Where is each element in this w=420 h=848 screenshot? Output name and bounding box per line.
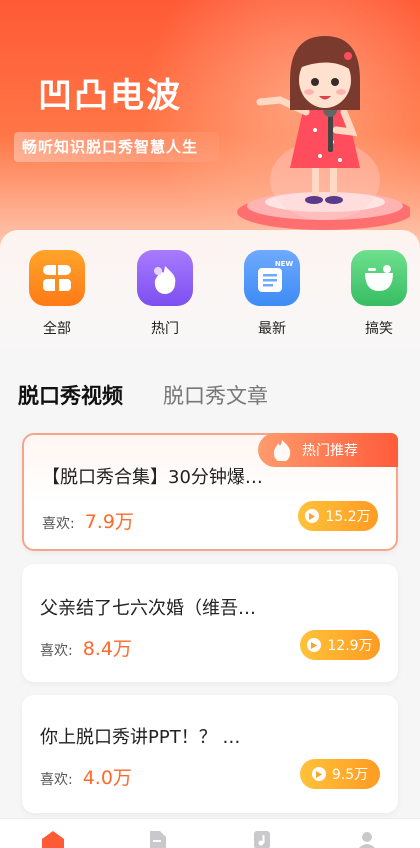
likes-row: 喜欢: 4.0万: [40, 763, 132, 790]
play-icon: [311, 767, 326, 781]
play-icon: [305, 509, 320, 523]
category-hot[interactable]: 热门: [130, 250, 200, 338]
video-title: 父亲结了七六次婚（维吾…: [40, 598, 256, 619]
category-new[interactable]: NEW 最新: [237, 250, 307, 338]
music-icon[interactable]: [253, 831, 271, 848]
play-button[interactable]: 12.9万: [300, 630, 380, 660]
hot-badge-label: 热门推荐: [302, 443, 358, 459]
play-count: 12.9万: [327, 638, 373, 654]
likes-count: 8.4万: [82, 638, 132, 660]
play-icon: [307, 638, 322, 652]
grid-icon: [29, 250, 85, 306]
new-icon: NEW: [244, 250, 300, 306]
category-funny[interactable]: 搞笑: [344, 250, 414, 338]
app-slogan: 畅听知识脱口秀智慧人生: [14, 132, 219, 162]
likes-row: 喜欢: 7.9万: [42, 507, 134, 534]
new-badge: NEW: [274, 260, 294, 268]
likes-count: 4.0万: [82, 767, 132, 789]
likes-count: 7.9万: [84, 511, 134, 533]
article-icon[interactable]: [148, 831, 166, 848]
tab-videos[interactable]: 脱口秀视频: [18, 380, 123, 410]
bottom-nav: [0, 818, 420, 848]
home-icon[interactable]: [42, 831, 64, 848]
flame-icon: [273, 440, 291, 461]
performer-illustration: [237, 36, 410, 230]
video-card[interactable]: 你上脱口秀讲PPT！？ … 喜欢: 4.0万 9.5万: [22, 695, 398, 813]
category-label: 热门: [151, 321, 179, 337]
video-title: 【脱口秀合集】30分钟爆…: [42, 467, 263, 488]
category-all[interactable]: 全部: [22, 250, 92, 338]
likes-label: 喜欢:: [42, 516, 75, 532]
video-card[interactable]: 父亲结了七六次婚（维吾… 喜欢: 8.4万 12.9万: [22, 564, 398, 682]
fire-icon: [137, 250, 193, 306]
likes-label: 喜欢:: [40, 643, 73, 659]
hot-recommend-badge: 热门推荐: [258, 433, 398, 467]
category-label: 全部: [43, 321, 71, 337]
smile-icon: [351, 250, 407, 306]
video-title: 你上脱口秀讲PPT！？ …: [40, 727, 241, 748]
tab-articles[interactable]: 脱口秀文章: [163, 380, 268, 410]
play-count: 9.5万: [331, 767, 369, 783]
likes-row: 喜欢: 8.4万: [40, 634, 132, 661]
play-button[interactable]: 15.2万: [298, 501, 378, 531]
profile-icon[interactable]: [358, 831, 376, 848]
category-bar: 全部 热门 NEW 最新 搞笑: [0, 230, 420, 350]
likes-label: 喜欢:: [40, 772, 73, 788]
category-label: 最新: [258, 321, 286, 337]
video-card[interactable]: 热门推荐 【脱口秀合集】30分钟爆… 喜欢: 7.9万 15.2万: [22, 433, 398, 551]
content-tabs: 脱口秀视频 脱口秀文章: [18, 380, 268, 410]
category-label: 搞笑: [365, 321, 393, 337]
play-button[interactable]: 9.5万: [300, 759, 380, 789]
play-count: 15.2万: [325, 509, 371, 525]
app-title: 凹凸电波: [38, 76, 182, 116]
